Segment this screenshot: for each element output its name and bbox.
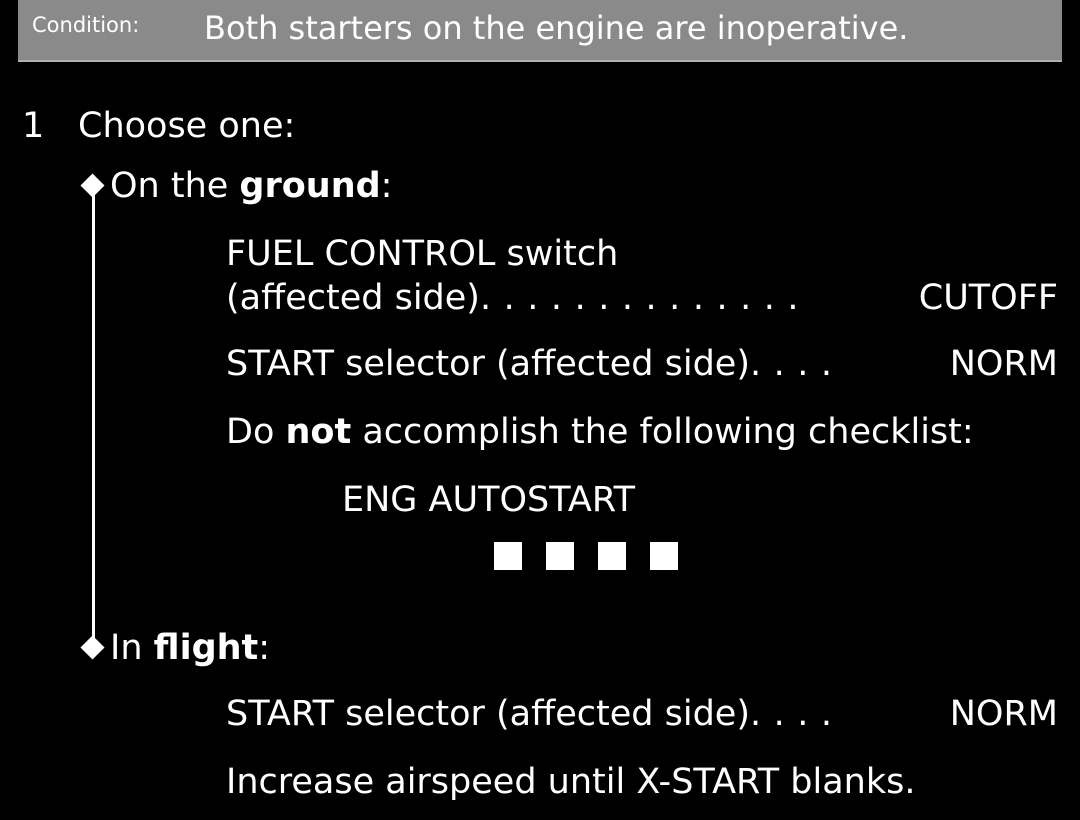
fuel-control-value: CUTOFF: [918, 278, 1058, 318]
fuel-control-dots: . . . . . . . . . . . . . .: [479, 278, 800, 318]
do-not-accomplish-note: Do not accomplish the following checklis…: [226, 410, 1058, 454]
fuel-control-side: (affected side): [226, 278, 480, 318]
increase-airspeed-item: Increase airspeed until X-START blanks.: [226, 760, 1058, 804]
flight-start-selector-dots: . . . .: [749, 694, 833, 734]
condition-bar: Condition: Both starters on the engine a…: [18, 0, 1062, 62]
diamond-icon: [80, 635, 105, 660]
flight-start-selector-text: START selector (affected side): [226, 694, 750, 734]
flight-bold: flight: [153, 628, 259, 668]
fuel-control-item: (affected side). . . . . . . . . . . . .…: [226, 276, 1058, 320]
square-icon: [598, 542, 626, 570]
fuel-control-line1: FUEL CONTROL switch: [226, 232, 1058, 276]
square-icon: [546, 542, 574, 570]
branch-connector-line: [92, 188, 95, 648]
fuel-control-label-line2: (affected side). . . . . . . . . . . . .…: [226, 276, 799, 320]
ground-prefix: On the: [110, 166, 240, 206]
ground-suffix: :: [380, 166, 393, 206]
square-icon: [494, 542, 522, 570]
ground-start-selector-text: START selector (affected side): [226, 344, 750, 384]
flight-prefix: In: [110, 628, 154, 668]
flight-suffix: :: [258, 628, 271, 668]
eng-autostart-checklist-link[interactable]: ENG AUTOSTART: [342, 478, 635, 522]
flight-start-selector-label: START selector (affected side). . . .: [226, 692, 833, 736]
flight-option-label[interactable]: In flight:: [110, 626, 270, 670]
ground-start-selector-label: START selector (affected side). . . .: [226, 342, 833, 386]
ground-start-selector-value: NORM: [949, 344, 1058, 384]
do-not-accomplish-text: Do not accomplish the following checklis…: [226, 410, 974, 454]
do-not-prefix: Do: [226, 412, 286, 452]
condition-text: Both starters on the engine are inoperat…: [204, 9, 909, 47]
square-icon: [650, 542, 678, 570]
step-number: 1: [22, 106, 45, 146]
diamond-icon: [80, 173, 105, 198]
fuel-control-label: FUEL CONTROL switch: [226, 234, 619, 274]
ground-option-label[interactable]: On the ground:: [110, 164, 392, 208]
ground-start-selector-dots: . . . .: [749, 344, 833, 384]
step-title: Choose one:: [78, 106, 296, 146]
ground-start-selector-item: START selector (affected side). . . . NO…: [226, 342, 1058, 386]
condition-label: Condition:: [32, 13, 140, 37]
flight-start-selector-value: NORM: [949, 694, 1058, 734]
flight-start-selector-item: START selector (affected side). . . . NO…: [226, 692, 1058, 736]
do-not-bold: not: [285, 412, 352, 452]
ground-bold: ground: [239, 166, 381, 206]
increase-airspeed-text: Increase airspeed until X-START blanks.: [226, 762, 916, 802]
do-not-suffix: accomplish the following checklist:: [351, 412, 974, 452]
